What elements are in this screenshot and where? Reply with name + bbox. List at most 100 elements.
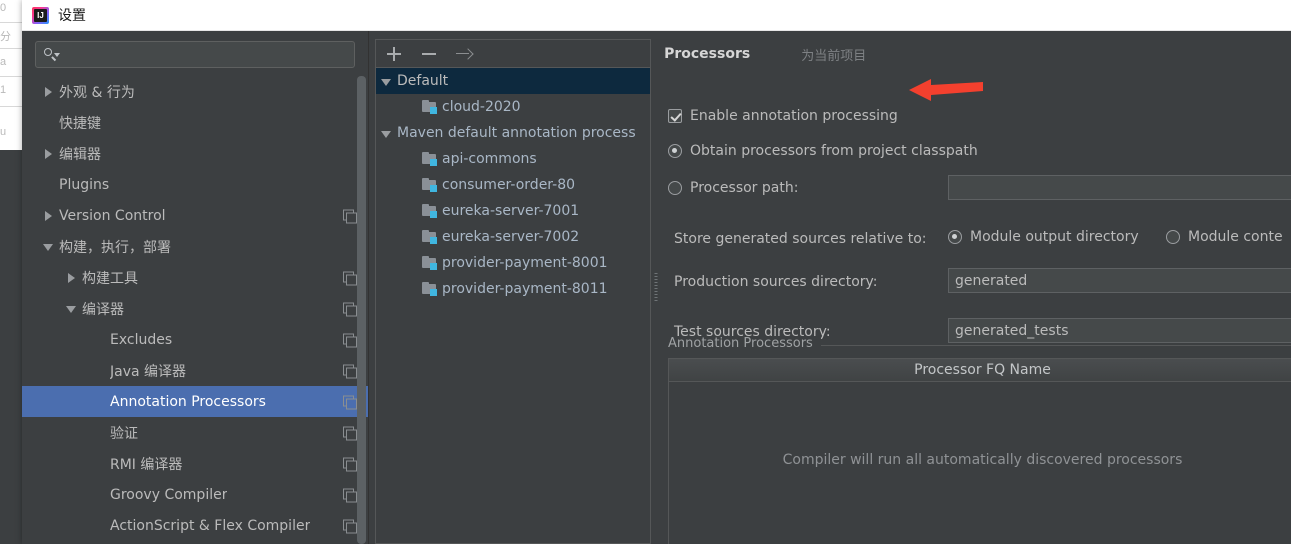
list-item[interactable]: api-commons — [376, 146, 650, 172]
sidebar-item-java-compiler[interactable]: Java 编译器 — [22, 355, 368, 386]
chevron-right-icon[interactable] — [42, 209, 55, 222]
sidebar-item-label: Annotation Processors — [110, 393, 266, 410]
sidebar-item-label: 构建工具 — [82, 270, 138, 287]
background-window-strip: 0 分 a 1 u — [0, 0, 22, 544]
settings-dialog: 设置 外观 & 行为 — [22, 0, 1291, 544]
copy-settings-icon[interactable] — [343, 488, 357, 502]
add-profile-button[interactable] — [385, 45, 403, 63]
module-folder-icon — [422, 100, 438, 114]
sidebar-item-editor[interactable]: 编辑器 — [22, 138, 368, 169]
processors-table-header[interactable]: Processor FQ Name — [669, 359, 1291, 382]
copy-settings-icon[interactable] — [343, 333, 357, 347]
enable-annotation-processing-checkbox[interactable] — [668, 109, 682, 123]
copy-settings-icon[interactable] — [783, 48, 796, 61]
sidebar-item-rmi-compiler[interactable]: RMI 编译器 — [22, 448, 368, 479]
chevron-down-icon[interactable] — [42, 240, 55, 253]
list-item[interactable]: provider-payment-8011 — [376, 276, 650, 302]
sidebar-item-plugins[interactable]: Plugins — [22, 169, 368, 200]
bg-divider-4 — [0, 106, 22, 107]
settings-tree-scrollbar[interactable] — [357, 76, 366, 544]
module-output-directory-row[interactable]: Module output directory — [948, 229, 1139, 245]
sidebar-item-appearance-behavior[interactable]: 外观 & 行为 — [22, 76, 368, 107]
sidebar-item-validation[interactable]: 验证 — [22, 417, 368, 448]
chevron-down-icon[interactable] — [65, 302, 78, 315]
module-output-directory-label: Module output directory — [970, 229, 1139, 245]
copy-settings-icon[interactable] — [343, 271, 357, 285]
production-sources-directory-input[interactable]: generated — [948, 268, 1291, 293]
processor-path-input[interactable] — [948, 175, 1291, 200]
profile-group-label: Maven default annotation process — [397, 125, 636, 141]
search-input[interactable] — [63, 47, 347, 62]
copy-settings-icon[interactable] — [343, 519, 357, 533]
module-profiles-toolbar — [376, 40, 650, 68]
list-item[interactable]: eureka-server-7001 — [376, 198, 650, 224]
sidebar-item-version-control[interactable]: Version Control — [22, 200, 368, 231]
list-item[interactable]: cloud-2020 — [376, 94, 650, 120]
module-profiles-list: Default cloud-2020 Maven default annotat… — [376, 68, 650, 543]
module-content-root-radio[interactable] — [1166, 230, 1180, 244]
copy-settings-icon[interactable] — [343, 457, 357, 471]
copy-settings-icon[interactable] — [343, 302, 357, 316]
bg-text-1: 分 — [0, 31, 11, 43]
profile-group-default[interactable]: Default — [376, 68, 650, 94]
copy-settings-icon[interactable] — [343, 395, 357, 409]
module-label: consumer-order-80 — [442, 177, 576, 193]
sidebar-item-build-execution-deployment[interactable]: 构建，执行，部署 — [22, 231, 368, 262]
copy-settings-icon[interactable] — [343, 209, 357, 223]
bg-divider-3 — [0, 76, 22, 77]
sidebar-item-build-tools[interactable]: 构建工具 — [22, 262, 368, 293]
bg-text-3: 1 — [0, 84, 7, 96]
sidebar-item-excludes[interactable]: Excludes — [22, 324, 368, 355]
module-output-directory-radio[interactable] — [948, 230, 962, 244]
settings-tree-panel: 外观 & 行为 快捷键 编辑器 Plugins Version Control … — [22, 31, 369, 544]
processors-table-body[interactable]: Compiler will run all automatically disc… — [669, 382, 1291, 544]
sidebar-item-compiler[interactable]: 编译器 — [22, 293, 368, 324]
search-box[interactable] — [35, 41, 355, 68]
module-content-root-label: Module conte — [1188, 229, 1283, 245]
panel-splitter[interactable] — [651, 31, 660, 544]
list-item[interactable]: provider-payment-8001 — [376, 250, 650, 276]
chevron-right-icon[interactable] — [42, 147, 55, 160]
move-to-profile-button[interactable] — [455, 45, 473, 63]
chevron-right-icon[interactable] — [42, 85, 55, 98]
sidebar-item-actionscript-flex-compiler[interactable]: ActionScript & Flex Compiler — [22, 510, 368, 541]
module-content-root-row[interactable]: Module conte — [1166, 229, 1283, 245]
sidebar-item-label: 编辑器 — [59, 146, 101, 163]
module-folder-icon — [422, 230, 438, 244]
sidebar-item-groovy-compiler[interactable]: Groovy Compiler — [22, 479, 368, 510]
column-header-processor-fq-name: Processor FQ Name — [914, 362, 1051, 378]
obtain-from-classpath-row[interactable]: Obtain processors from project classpath — [668, 143, 978, 159]
sidebar-item-label: Plugins — [59, 176, 110, 193]
annotation-processors-settings: 构建，执行，部署 › 编译器 › Annotation Processors 为… — [660, 31, 1291, 544]
sidebar-item-label: 验证 — [110, 425, 138, 442]
processor-path-radio[interactable] — [668, 181, 682, 195]
copy-settings-icon[interactable] — [343, 364, 357, 378]
chevron-down-icon[interactable] — [380, 127, 393, 140]
chevron-down-icon[interactable] — [380, 75, 393, 88]
list-item[interactable]: consumer-order-80 — [376, 172, 650, 198]
profile-group-maven-default[interactable]: Maven default annotation process — [376, 120, 650, 146]
remove-profile-button[interactable] — [420, 45, 438, 63]
bg-dark-region — [0, 150, 22, 544]
obtain-from-classpath-radio[interactable] — [668, 144, 682, 158]
enable-annotation-processing-label: Enable annotation processing — [690, 108, 898, 124]
sidebar-item-annotation-processors[interactable]: Annotation Processors — [22, 386, 368, 417]
enable-annotation-processing-row[interactable]: Enable annotation processing — [668, 108, 898, 124]
splitter-grip-icon — [654, 272, 657, 303]
sidebar-item-label: RMI 编译器 — [110, 456, 183, 473]
scrollbar-thumb[interactable] — [357, 76, 366, 544]
copy-settings-icon[interactable] — [343, 426, 357, 440]
sidebar-item-label: Java 编译器 — [110, 363, 187, 380]
list-item[interactable]: eureka-server-7002 — [376, 224, 650, 250]
module-label: api-commons — [442, 151, 537, 167]
chevron-right-icon[interactable] — [65, 271, 78, 284]
module-label: eureka-server-7002 — [442, 229, 580, 245]
module-profiles-box: Default cloud-2020 Maven default annotat… — [375, 39, 651, 544]
annotation-processors-group-title: Annotation Processors — [668, 336, 821, 351]
production-sources-directory-label: Production sources directory: — [674, 274, 878, 290]
sidebar-item-keymap[interactable]: 快捷键 — [22, 107, 368, 138]
processor-path-row[interactable]: Processor path: — [668, 180, 798, 196]
project-scope-indicator: 为当前项目 — [783, 45, 866, 64]
search-area — [22, 31, 368, 76]
module-folder-icon — [422, 152, 438, 166]
